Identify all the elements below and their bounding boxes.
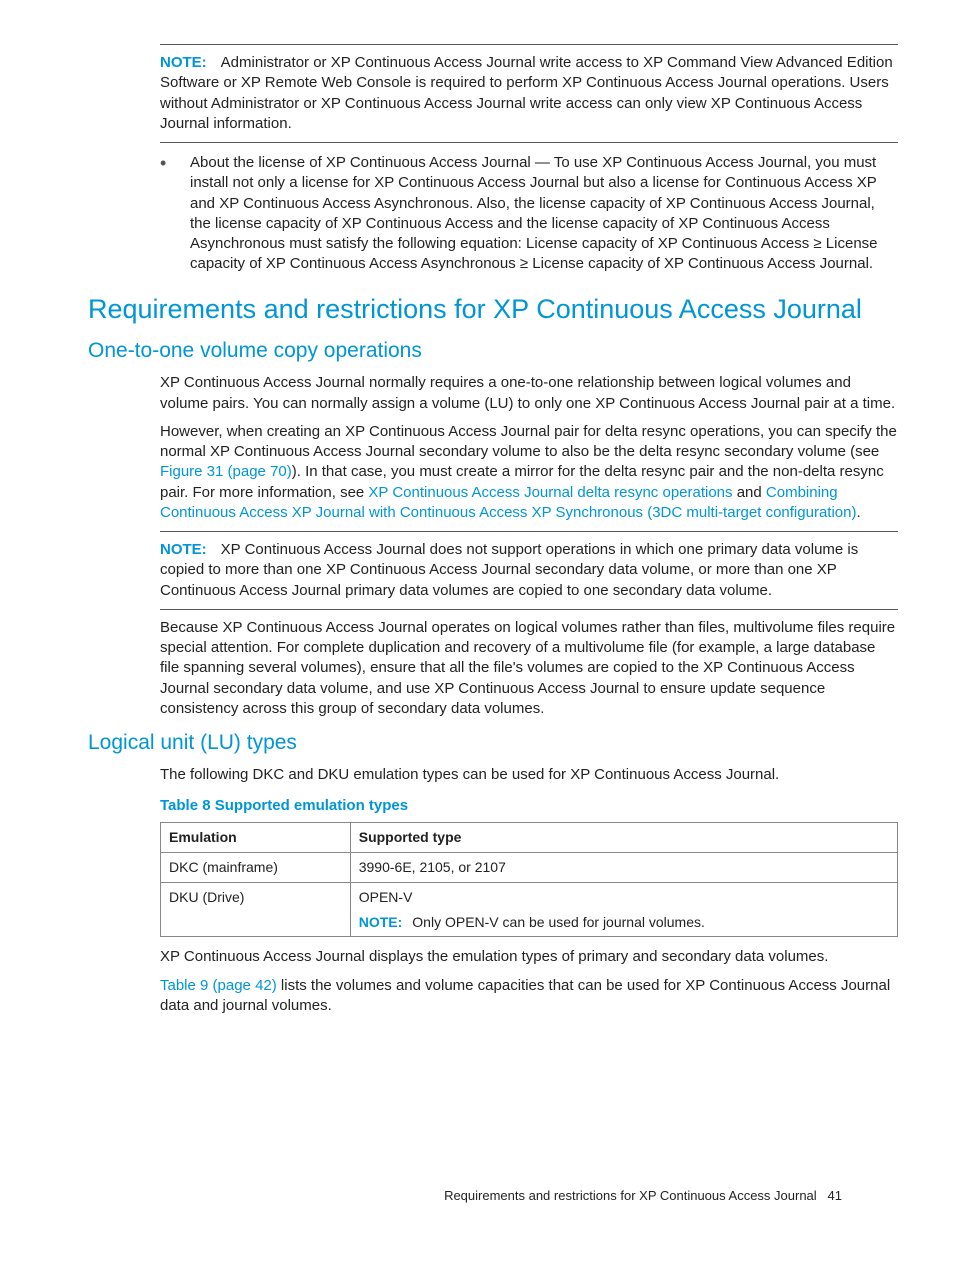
divider (160, 531, 898, 532)
topic-link[interactable]: XP Continuous Access Journal delta resyn… (368, 484, 732, 501)
heading-lu-types: Logical unit (LU) types (88, 729, 898, 757)
p-text: However, when creating an XP Continuous … (160, 423, 897, 460)
list-item: • About the license of XP Continuous Acc… (160, 153, 898, 275)
divider (160, 44, 898, 45)
divider (160, 609, 898, 610)
page-footer: Requirements and restrictions for XP Con… (444, 1187, 842, 1205)
note-text: Administrator or XP Continuous Access Jo… (160, 54, 893, 132)
table-row: DKU (Drive) OPEN-V NOTE: Only OPEN-V can … (161, 882, 898, 937)
table-cell: DKU (Drive) (161, 882, 351, 937)
note-text: Only OPEN-V can be used for journal volu… (412, 914, 705, 930)
table-cell: 3990-6E, 2105, or 2107 (350, 852, 897, 882)
table-cell: DKC (mainframe) (161, 852, 351, 882)
table-header: Emulation (161, 822, 351, 852)
paragraph: XP Continuous Access Journal displays th… (160, 947, 898, 967)
table-header-row: Emulation Supported type (161, 822, 898, 852)
p-text: . (856, 504, 860, 521)
note-label: NOTE: (359, 914, 403, 930)
page-number: 41 (828, 1188, 842, 1203)
bullet-text: About the license of XP Continuous Acces… (190, 153, 898, 275)
table-row: DKC (mainframe) 3990-6E, 2105, or 2107 (161, 852, 898, 882)
figure-link[interactable]: Figure 31 (page 70) (160, 463, 292, 480)
bullet-icon: • (160, 153, 190, 275)
paragraph: The following DKC and DKU emulation type… (160, 765, 898, 785)
footer-title: Requirements and restrictions for XP Con… (444, 1188, 817, 1203)
note-label: NOTE: (160, 54, 207, 71)
table-header: Supported type (350, 822, 897, 852)
heading-one-to-one: One-to-one volume copy operations (88, 337, 898, 365)
table-link[interactable]: Table 9 (page 42) (160, 977, 277, 994)
note-label: NOTE: (160, 541, 207, 558)
cell-note: NOTE: Only OPEN-V can be used for journal… (359, 913, 889, 932)
paragraph: XP Continuous Access Journal normally re… (160, 373, 898, 414)
note-text: XP Continuous Access Journal does not su… (160, 541, 858, 599)
note-block: NOTE:Administrator or XP Continuous Acce… (160, 53, 898, 134)
divider (160, 142, 898, 143)
table-title: Table 8 Supported emulation types (160, 796, 898, 816)
table-cell: OPEN-V NOTE: Only OPEN-V can be used for … (350, 882, 897, 937)
note-block: NOTE:XP Continuous Access Journal does n… (160, 540, 898, 601)
emulation-table: Emulation Supported type DKC (mainframe)… (160, 822, 898, 938)
p-text: and (733, 484, 766, 501)
paragraph: Table 9 (page 42) lists the volumes and … (160, 976, 898, 1017)
cell-value: OPEN-V (359, 888, 889, 907)
paragraph: However, when creating an XP Continuous … (160, 422, 898, 523)
heading-requirements: Requirements and restrictions for XP Con… (88, 291, 898, 327)
paragraph: Because XP Continuous Access Journal ope… (160, 618, 898, 719)
